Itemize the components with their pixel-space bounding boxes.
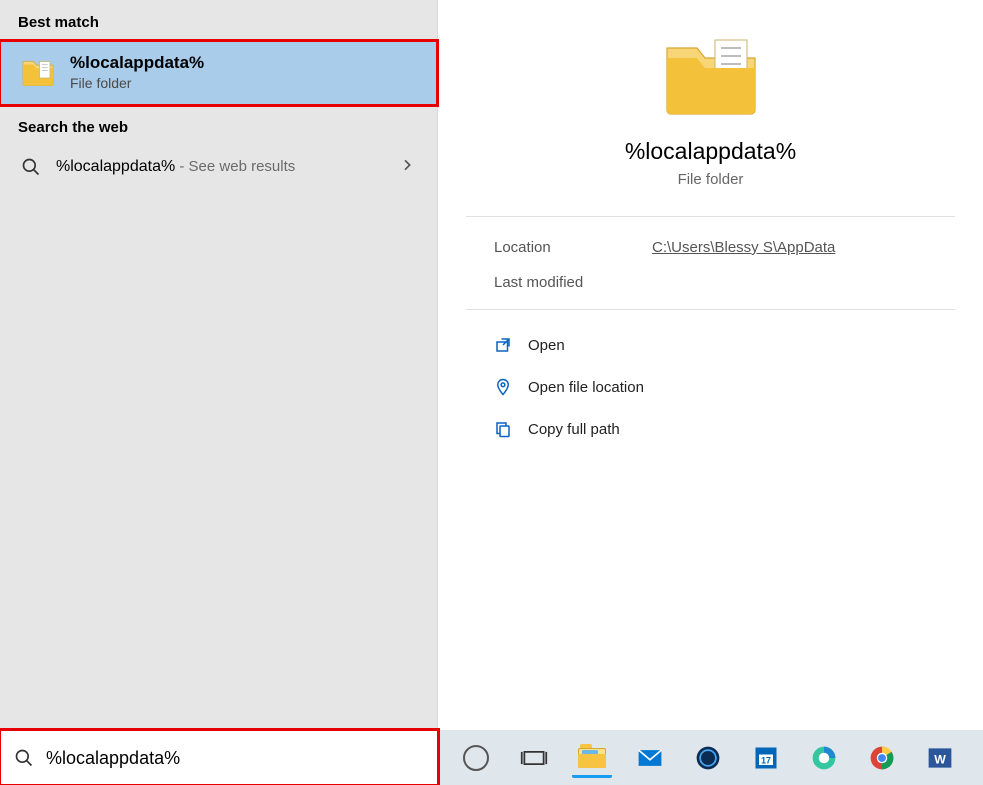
copy-full-path-action[interactable]: Copy full path <box>494 412 927 446</box>
calendar-taskbar-button[interactable]: 17 <box>746 738 786 778</box>
word-taskbar-button[interactable]: W <box>920 738 960 778</box>
preview-subtitle: File folder <box>678 171 744 188</box>
preview-title: %localappdata% <box>625 138 796 165</box>
search-box-container <box>0 730 438 785</box>
open-file-location-label: Open file location <box>528 379 644 396</box>
mail-taskbar-button[interactable] <box>630 738 670 778</box>
best-match-header: Best match <box>0 0 437 41</box>
best-match-result[interactable]: %localappdata% File folder <box>0 41 437 105</box>
cortana-button[interactable] <box>456 738 496 778</box>
open-icon <box>494 336 512 354</box>
preview-panel: %localappdata% File folder Location C:\U… <box>438 0 983 785</box>
taskbar: 17 W <box>0 730 983 785</box>
result-subtitle: File folder <box>70 75 204 91</box>
chrome-taskbar-button[interactable] <box>862 738 902 778</box>
web-result-hint: - See web results <box>175 158 295 175</box>
svg-text:W: W <box>934 752 946 766</box>
web-search-result[interactable]: %localappdata% - See web results <box>0 146 437 188</box>
cortana-icon <box>463 745 489 771</box>
copy-icon <box>494 420 512 438</box>
chevron-right-icon <box>399 157 423 178</box>
location-value[interactable]: C:\Users\Blessy S\AppData <box>652 239 835 256</box>
search-results-panel: Best match %localappdata% File folder <box>0 0 438 785</box>
folder-icon <box>20 54 56 90</box>
actions-block: Open Open file location <box>466 310 955 464</box>
result-title: %localappdata% <box>70 53 204 73</box>
open-label: Open <box>528 337 565 354</box>
task-view-icon <box>520 744 548 772</box>
calendar-icon: 17 <box>752 744 780 772</box>
location-label: Location <box>494 239 594 256</box>
map-pin-icon <box>494 378 512 396</box>
search-input[interactable] <box>46 748 424 769</box>
mail-icon <box>636 744 664 772</box>
search-icon <box>20 156 42 178</box>
file-explorer-taskbar-button[interactable] <box>572 738 612 778</box>
dell-icon <box>694 744 722 772</box>
web-result-title: %localappdata% <box>56 158 175 175</box>
open-action[interactable]: Open <box>494 328 927 362</box>
chrome-icon <box>868 744 896 772</box>
copy-full-path-label: Copy full path <box>528 421 620 438</box>
task-view-button[interactable] <box>514 738 554 778</box>
folder-icon-large <box>661 30 761 122</box>
last-modified-label: Last modified <box>494 274 594 291</box>
word-icon: W <box>926 744 954 772</box>
search-web-header: Search the web <box>0 105 437 146</box>
svg-text:17: 17 <box>761 755 771 765</box>
edge-taskbar-button[interactable] <box>804 738 844 778</box>
file-explorer-icon <box>578 744 606 768</box>
metadata-block: Location C:\Users\Blessy S\AppData Last … <box>466 217 955 310</box>
open-file-location-action[interactable]: Open file location <box>494 370 927 404</box>
edge-icon <box>810 744 838 772</box>
dell-app-taskbar-button[interactable] <box>688 738 728 778</box>
search-icon <box>14 748 34 768</box>
